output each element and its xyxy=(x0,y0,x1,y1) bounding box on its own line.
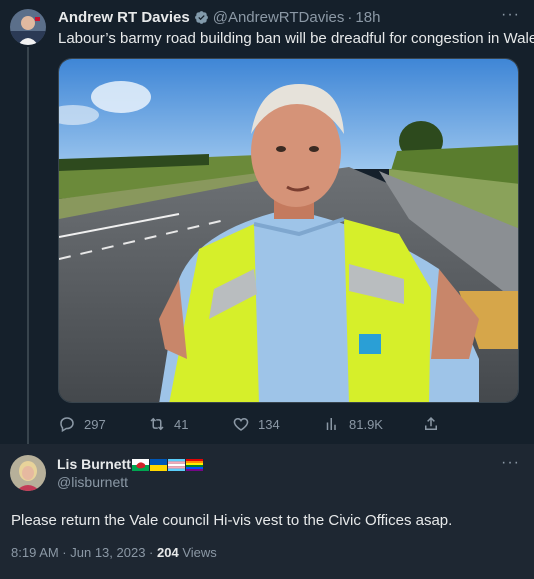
reply-header: Lis Burnett xyxy=(57,455,203,473)
verified-badge-icon xyxy=(194,10,209,25)
ukraine-flag-icon xyxy=(149,458,167,471)
like-button[interactable]: 134 xyxy=(232,413,280,435)
reply-more-options-icon[interactable]: ··· xyxy=(501,455,520,471)
reply-icon xyxy=(58,415,76,433)
reply-author-avatar[interactable] xyxy=(10,455,46,491)
reply-count: 297 xyxy=(84,416,106,432)
transgender-flag-icon xyxy=(167,458,185,471)
reply-button[interactable]: 297 xyxy=(58,413,106,435)
views-button[interactable]: 81.9K xyxy=(323,413,383,435)
separator-dot: · xyxy=(347,8,353,26)
reply-views-label: Views xyxy=(182,545,217,560)
parent-tweet[interactable]: Andrew RT Davies @AndrewRTDavies · 18h ·… xyxy=(0,0,534,447)
tweet-actions: 297 41 134 81.9K xyxy=(58,413,458,435)
wales-flag-icon xyxy=(131,458,149,471)
thread-connector-line xyxy=(27,47,29,447)
author-name[interactable]: Andrew RT Davies xyxy=(58,9,190,26)
heart-icon xyxy=(232,415,250,433)
retweet-icon xyxy=(148,415,166,433)
author-avatar[interactable] xyxy=(10,9,46,45)
like-count: 134 xyxy=(258,416,280,432)
reply-views-count: 204 xyxy=(157,545,179,560)
retweet-count: 41 xyxy=(174,416,189,432)
reply-tweet[interactable]: Lis Burnett @lisburnett ··· Please retur… xyxy=(0,444,534,579)
tweet-time[interactable]: 18h xyxy=(355,9,380,26)
reply-metadata: 8:19 AM · Jun 13, 2023 · 204 Views xyxy=(11,545,217,560)
views-count: 81.9K xyxy=(349,416,383,432)
reply-author-name[interactable]: Lis Burnett xyxy=(57,456,131,472)
tweet-photo[interactable] xyxy=(58,58,519,403)
reply-author-handle[interactable]: @lisburnett xyxy=(57,474,128,490)
tweet-text: Labour’s barmy road building ban will be… xyxy=(58,30,534,47)
rainbow-flag-icon xyxy=(185,458,203,471)
share-button[interactable] xyxy=(422,413,440,435)
author-handle[interactable]: @AndrewRTDavies xyxy=(213,9,345,26)
views-chart-icon xyxy=(323,415,341,433)
more-options-icon[interactable]: ··· xyxy=(501,7,520,23)
reply-text: Please return the Vale council Hi-vis ve… xyxy=(11,512,453,529)
retweet-button[interactable]: 41 xyxy=(148,413,188,435)
share-icon xyxy=(422,415,440,433)
tweet-header: Andrew RT Davies @AndrewRTDavies · 18h xyxy=(58,8,380,26)
photo-road-high-vis-vest-icon xyxy=(59,59,518,402)
reply-timestamp[interactable]: 8:19 AM · Jun 13, 2023 · xyxy=(11,545,153,560)
tweet-thread: Andrew RT Davies @AndrewRTDavies · 18h ·… xyxy=(0,0,534,579)
